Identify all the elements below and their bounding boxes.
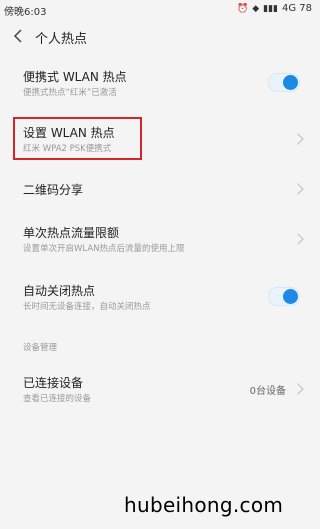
status-icons: ⏰ ◆ ▮▮▮ 4G 78 [237,3,312,14]
setup-hotspot-row[interactable]: 设置 WLAN 热点 红米 WPA2 PSK便携式 [0,118,314,160]
connected-devices-count: 0台设备 [249,386,286,397]
setup-hotspot-title: 设置 WLAN 热点 [23,126,115,140]
connected-devices-sub: 查看已连接的设备 [23,394,92,404]
auto-off-title: 自动关闭热点 [23,284,96,298]
toggle-knob [283,75,298,90]
status-time: 傍晚6:03 [4,7,47,18]
status-bar: 傍晚6:03 ⏰ ◆ ▮▮▮ 4G 78 [0,0,314,20]
toggle-knob [283,289,298,304]
watermark: hubeihong.com [124,493,284,517]
setup-hotspot-sub: 红米 WPA2 PSK便携式 [23,144,112,154]
title-bar: 个人热点 [0,20,314,54]
auto-off-toggle[interactable] [268,287,300,306]
portable-hotspot-row[interactable]: 便携式 WLAN 热点 便携式热点“红米”已激活 [0,62,314,106]
back-arrow-icon[interactable] [10,28,26,44]
portable-hotspot-toggle[interactable] [268,73,300,92]
chevron-right-icon [292,383,304,395]
chevron-right-icon [292,233,304,245]
portable-hotspot-title: 便携式 WLAN 热点 [23,70,127,84]
data-limit-title: 单次热点流量限额 [23,226,120,240]
page-title: 个人热点 [35,32,88,47]
auto-off-sub: 长时间无设备连接，自动关闭热点 [23,302,151,312]
alarm-icon: ⏰ [236,3,249,14]
data-limit-sub: 设置单次开启WLAN热点后流量的使用上限 [23,244,185,254]
network-battery: 4G 78 [281,3,312,14]
data-limit-row[interactable]: 单次热点流量限额 设置单次开启WLAN热点后流量的使用上限 [0,218,314,260]
chevron-right-icon [292,133,304,145]
wifi-icon: ◆ [252,3,260,14]
portable-hotspot-status: 便携式热点“红米”已激活 [23,88,117,98]
qr-share-row[interactable]: 二维码分享 [0,172,314,204]
qr-share-title: 二维码分享 [23,183,84,197]
section-label-devices: 设备管理 [23,343,58,353]
connected-devices-title: 已连接设备 [23,376,84,390]
connected-devices-row[interactable]: 已连接设备 查看已连接的设备 0台设备 [0,368,314,410]
chevron-right-icon [292,183,304,195]
auto-off-row[interactable]: 自动关闭热点 长时间无设备连接，自动关闭热点 [0,276,314,318]
signal-icon: ▮▮▮ [263,3,278,14]
